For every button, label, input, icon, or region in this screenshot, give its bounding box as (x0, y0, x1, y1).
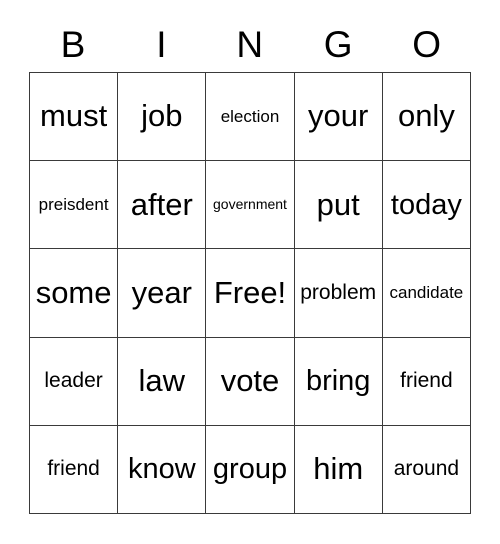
bingo-cell-label: vote (220, 362, 280, 398)
bingo-cell[interactable]: law (118, 337, 207, 426)
bingo-cell[interactable]: him (294, 425, 383, 514)
bingo-cell-label: bring (305, 364, 371, 397)
bingo-cell[interactable]: must (30, 73, 119, 162)
bingo-cell[interactable]: government (206, 161, 295, 250)
bingo-cell[interactable]: only (382, 73, 471, 162)
bingo-header-letter-b: B (60, 23, 86, 65)
bingo-cell-label: him (313, 451, 364, 487)
bingo-header-letter-g: G (323, 23, 354, 65)
bingo-cell[interactable]: election (206, 73, 295, 162)
bingo-cell-label: job (141, 98, 183, 134)
bingo-cell-label: year (131, 274, 192, 310)
bingo-cell-label: problem (300, 280, 377, 304)
bingo-cell[interactable]: problem (294, 249, 383, 338)
bingo-grid: must job election your only preisdent af… (29, 72, 471, 514)
bingo-header-letter-n: N (236, 23, 264, 65)
bingo-cell-label: put (316, 186, 360, 222)
bingo-cell-label: friend (47, 457, 100, 481)
bingo-cell[interactable]: vote (206, 337, 295, 426)
bingo-cell[interactable]: know (118, 425, 207, 514)
bingo-cell-label: today (390, 188, 462, 221)
bingo-cell[interactable]: friend (382, 337, 471, 426)
bingo-cell-label: leader (44, 369, 103, 393)
bingo-cell-label: friend (400, 369, 453, 393)
bingo-cell-label: group (212, 453, 288, 486)
bingo-header-letter-i: I (156, 23, 167, 65)
bingo-cell[interactable]: preisdent (30, 161, 119, 250)
bingo-cell[interactable]: some (30, 249, 119, 338)
bingo-cell-label: around (393, 457, 460, 481)
bingo-cell-label: preisdent (38, 194, 109, 214)
bingo-cell[interactable]: bring (294, 337, 383, 426)
bingo-cell-label: only (397, 98, 455, 134)
bingo-cell-free-space[interactable]: Free! (206, 249, 295, 338)
bingo-cell-label: must (40, 98, 108, 134)
bingo-cell-label: candidate (389, 283, 464, 303)
bingo-cell[interactable]: your (294, 73, 383, 162)
bingo-cell[interactable]: candidate (382, 249, 471, 338)
bingo-cell-label: your (308, 98, 369, 134)
bingo-cell-label: some (35, 274, 112, 310)
bingo-cell-label: after (130, 186, 193, 222)
bingo-cell-label: government (213, 196, 287, 213)
bingo-cell-label: know (127, 453, 196, 486)
bingo-cell[interactable]: around (382, 425, 471, 514)
bingo-header-row: B I N G O (29, 16, 471, 72)
bingo-header-letter-o: O (412, 23, 442, 65)
bingo-cell[interactable]: after (118, 161, 207, 250)
bingo-card: B I N G O must job election your only pr… (29, 16, 471, 514)
bingo-cell[interactable]: put (294, 161, 383, 250)
bingo-cell[interactable]: today (382, 161, 471, 250)
bingo-cell[interactable]: group (206, 425, 295, 514)
bingo-cell-label: law (138, 362, 186, 398)
bingo-cell-label: election (220, 106, 280, 126)
bingo-cell-label: Free! (213, 274, 287, 310)
bingo-cell[interactable]: job (118, 73, 207, 162)
bingo-cell[interactable]: year (118, 249, 207, 338)
bingo-cell[interactable]: leader (30, 337, 119, 426)
bingo-cell[interactable]: friend (30, 425, 119, 514)
